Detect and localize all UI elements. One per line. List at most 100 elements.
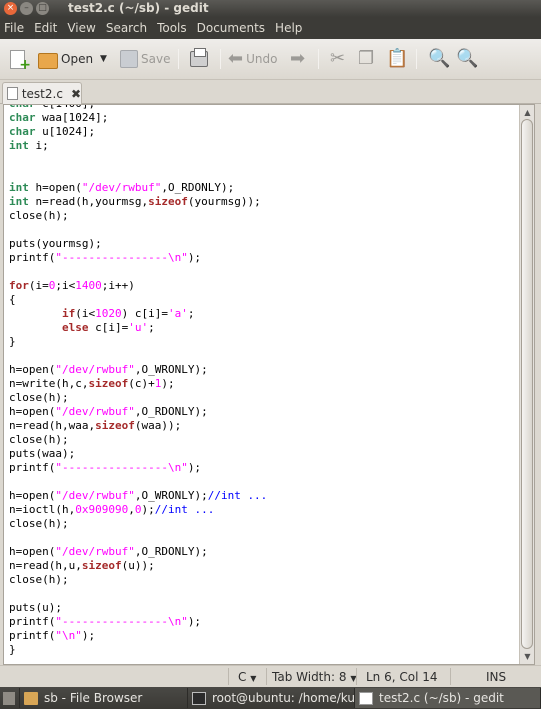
cursor-position: Ln 6, Col 14 [366,670,438,684]
code-line[interactable]: } [9,335,267,349]
code-line[interactable]: h=open("/dev/rwbuf",O_WRONLY);//int ... [9,489,267,503]
close-tab-icon[interactable]: ✖ [71,87,81,101]
menu-edit[interactable]: Edit [34,21,57,35]
scroll-down-icon[interactable]: ▼ [522,651,533,662]
find-button[interactable]: 🔍 [428,47,450,71]
code-line[interactable]: char c[1400]; [9,105,267,111]
code-line[interactable]: h=open("/dev/rwbuf",O_RDONLY); [9,405,267,419]
code-line[interactable]: printf("----------------\n"); [9,461,267,475]
code-line[interactable]: int h=open("/dev/rwbuf",O_RDONLY); [9,181,267,195]
vertical-scrollbar[interactable]: ▲ ▼ [519,105,534,664]
code-line[interactable]: } [9,643,267,657]
undo-button[interactable]: ⬅ Undo [228,47,277,71]
scrollbar-thumb[interactable] [521,119,533,649]
code-keyword: if [61,307,76,320]
code-line[interactable]: puts(waa); [9,447,267,461]
code-line[interactable]: puts(u); [9,601,267,615]
minimize-window-button[interactable]: – [20,2,33,15]
code-string: "/dev/rwbuf" [55,489,135,502]
save-icon [120,50,138,68]
copy-button[interactable]: ❐ [358,47,374,71]
code-line[interactable]: close(h); [9,433,267,447]
paste-button[interactable]: 📋 [386,47,408,71]
print-button[interactable] [190,47,211,71]
title-bar: × – □ test2.c (~/sb) - gedit [0,0,541,17]
menu-view[interactable]: View [67,21,95,35]
cut-button[interactable]: ✂ [330,47,345,71]
scroll-up-icon[interactable]: ▲ [522,107,533,118]
undo-icon: ⬅ [228,48,244,69]
open-recent-dropdown[interactable]: ▼ [100,47,107,71]
language-label: C [238,670,247,684]
code-text: c[1400]; [42,105,95,110]
code-view[interactable]: char c[1400];char waa[1024];char u[1024]… [9,105,267,657]
code-line[interactable] [9,167,267,181]
code-number: 1020 [95,307,122,320]
show-desktop-button[interactable] [0,688,20,708]
code-line[interactable]: else c[i]='u'; [9,321,267,335]
save-button[interactable]: Save [120,47,170,71]
code-line[interactable]: int i; [9,139,267,153]
toolbar-separator [220,49,221,69]
toolbar: Open ▼ Save ⬅ Undo ➡ ✂ ❐ 📋 🔍 🔍 [0,39,541,80]
code-text: printf( [9,251,56,264]
redo-button[interactable]: ➡ [290,47,305,71]
code-line[interactable]: char waa[1024]; [9,111,267,125]
code-line[interactable] [9,153,267,167]
code-line[interactable]: h=open("/dev/rwbuf",O_WRONLY); [9,363,267,377]
menu-tools[interactable]: Tools [157,21,187,35]
menu-documents[interactable]: Documents [197,21,265,35]
code-line[interactable]: close(h); [9,391,267,405]
taskbar-item-file-browser[interactable]: sb - File Browser [20,688,188,708]
code-string: "\n" [55,629,82,642]
code-text: i; [35,139,49,152]
code-text: (i= [28,279,49,292]
printer-icon [190,48,208,67]
code-line[interactable]: printf("----------------\n"); [9,251,267,265]
new-document-button[interactable] [10,47,31,73]
code-line[interactable]: { [9,293,267,307]
code-text: ); [141,503,155,516]
close-window-button[interactable]: × [4,2,17,15]
document-tab-bar: test2.c ✖ [0,80,541,104]
code-keyword: char [9,125,43,138]
code-line[interactable]: close(h); [9,209,267,223]
code-line[interactable]: n=read(h,waa,sizeof(waa)); [9,419,267,433]
code-text: ;i< [55,279,76,292]
code-line[interactable] [9,587,267,601]
code-line[interactable] [9,223,267,237]
tab-width-selector[interactable]: Tab Width: 8 ▼ [272,670,356,684]
code-line[interactable]: close(h); [9,517,267,531]
menu-help[interactable]: Help [275,21,302,35]
code-line[interactable]: close(h); [9,573,267,587]
find-replace-button[interactable]: 🔍 [456,47,478,71]
menu-search[interactable]: Search [106,21,147,35]
language-selector[interactable]: C ▼ [238,670,256,684]
code-line[interactable] [9,475,267,489]
open-button[interactable]: Open [38,47,93,71]
code-line[interactable] [9,265,267,279]
code-line[interactable]: if(i<1020) c[i]='a'; [9,307,267,321]
maximize-window-button[interactable]: □ [36,2,49,15]
text-editor[interactable]: char c[1400];char waa[1024];char u[1024]… [3,104,535,665]
code-line[interactable]: printf("----------------\n"); [9,615,267,629]
taskbar-item-terminal[interactable]: root@ubuntu: /home/ku... [188,688,355,708]
copy-icon: ❐ [358,48,375,69]
code-line[interactable]: puts(yourmsg); [9,237,267,251]
code-number: 0x909090 [75,503,129,516]
code-line[interactable]: for(i=0;i<1400;i++) [9,279,267,293]
code-line[interactable]: int n=read(h,yourmsg,sizeof(yourmsg)); [9,195,267,209]
code-line[interactable]: char u[1024]; [9,125,267,139]
code-keyword: int [9,195,36,208]
tab-test2-c[interactable]: test2.c ✖ [2,82,82,104]
taskbar-item-gedit[interactable]: test2.c (~/sb) - gedit [355,688,541,708]
code-line[interactable]: n=write(h,c,sizeof(c)+1); [9,377,267,391]
code-line[interactable]: printf("\n"); [9,629,267,643]
code-line[interactable]: n=read(h,u,sizeof(u)); [9,559,267,573]
code-line[interactable]: n=ioctl(h,0x909090,0);//int ... [9,503,267,517]
code-line[interactable]: h=open("/dev/rwbuf",O_RDONLY); [9,545,267,559]
code-line[interactable] [9,349,267,363]
menu-file[interactable]: File [4,21,24,35]
code-line[interactable] [9,531,267,545]
